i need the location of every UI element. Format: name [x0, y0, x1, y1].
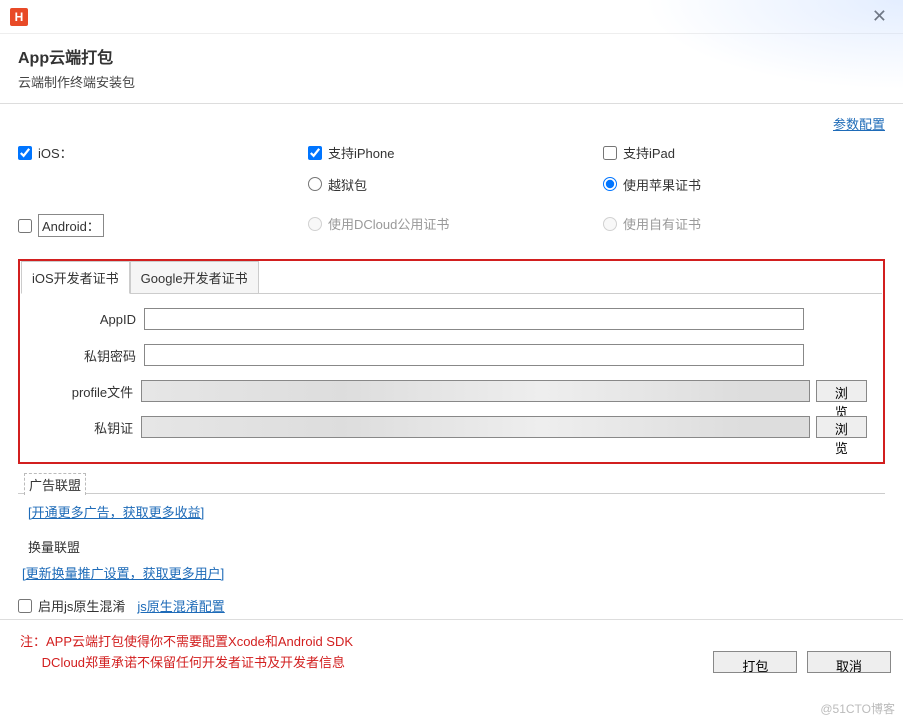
support-ipad-checkbox[interactable]: 支持iPad	[603, 143, 675, 162]
tab-google-cert[interactable]: Google开发者证书	[130, 261, 259, 294]
page-subtitle: 云端制作终端安装包	[18, 72, 885, 91]
exchange-more-link[interactable]: [更新换量推广设置，获取更多用户]	[22, 566, 224, 581]
cancel-button[interactable]: 取消	[807, 651, 891, 673]
cert-config-box: iOS开发者证书 Google开发者证书 AppID 私钥密码 profile文…	[18, 259, 885, 464]
page-title: App云端打包	[18, 44, 885, 68]
dcloud-cert-label: 使用DCloud公用证书	[328, 214, 449, 233]
footer-note: 注：APP云端打包使得你不需要配置Xcode和Android SDK DClou…	[12, 626, 353, 674]
params-config-link[interactable]: 参数配置	[833, 117, 885, 132]
js-mix-label: 启用js原生混淆	[38, 596, 125, 615]
key-pwd-input[interactable]	[144, 344, 804, 366]
profile-browse-button[interactable]: 浏览	[816, 380, 867, 402]
android-checkbox[interactable]: Android：	[18, 214, 104, 237]
tab-ios-cert[interactable]: iOS开发者证书	[21, 261, 130, 294]
apple-cert-label: 使用苹果证书	[623, 175, 701, 194]
watermark: @51CTO博客	[820, 700, 895, 717]
js-mix-config-link[interactable]: js原生混淆配置	[137, 596, 224, 615]
profile-label: profile文件	[36, 382, 133, 401]
ad-section-title: 广告联盟	[24, 473, 86, 495]
key-pwd-label: 私钥密码	[36, 346, 136, 365]
app-logo: H	[10, 8, 28, 26]
ios-checkbox[interactable]: iOS：	[18, 143, 73, 162]
android-label: Android：	[38, 214, 104, 237]
cert-browse-button[interactable]: 浏览	[816, 416, 867, 438]
jailbreak-label: 越狱包	[328, 175, 367, 194]
support-iphone-label: 支持iPhone	[328, 143, 394, 162]
jailbreak-radio[interactable]: 越狱包	[308, 175, 367, 194]
pack-button[interactable]: 打包	[713, 651, 797, 673]
cert-label: 私钥证	[36, 418, 133, 437]
close-icon[interactable]: ✕	[866, 6, 893, 27]
exchange-section-title: 换量联盟	[24, 536, 84, 557]
profile-input[interactable]	[141, 380, 810, 402]
dcloud-cert-radio: 使用DCloud公用证书	[308, 214, 449, 233]
cert-input[interactable]	[141, 416, 810, 438]
apple-cert-radio[interactable]: 使用苹果证书	[603, 175, 701, 194]
js-mix-checkbox[interactable]: 启用js原生混淆	[18, 596, 125, 615]
own-cert-label: 使用自有证书	[623, 214, 701, 233]
own-cert-radio: 使用自有证书	[603, 214, 701, 233]
ios-label: iOS：	[38, 143, 73, 162]
ad-more-link[interactable]: [开通更多广告，获取更多收益]	[28, 505, 204, 520]
support-iphone-checkbox[interactable]: 支持iPhone	[308, 143, 394, 162]
support-ipad-label: 支持iPad	[623, 143, 675, 162]
appid-label: AppID	[36, 312, 136, 327]
appid-input[interactable]	[144, 308, 804, 330]
